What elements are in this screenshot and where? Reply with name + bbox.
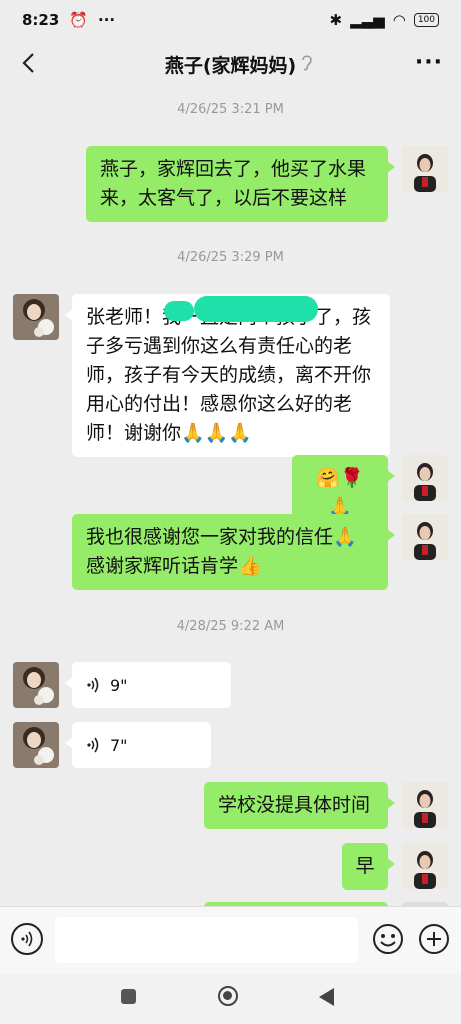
voice-duration: 9"	[110, 675, 128, 695]
avatar-photo-icon	[402, 455, 448, 501]
signal-icon: ▂▃▅	[350, 11, 385, 29]
emoji-icon[interactable]	[372, 923, 404, 955]
voice-wave-icon	[87, 737, 99, 753]
plus-icon[interactable]	[418, 923, 450, 955]
more-notifications-icon: ···	[98, 11, 116, 29]
contact-avatar[interactable]	[13, 662, 59, 708]
avatar-photo-icon	[402, 146, 448, 192]
voice-input-icon	[21, 931, 33, 947]
redaction-scribble	[164, 301, 194, 321]
avatar-photo-icon	[13, 662, 59, 708]
my-avatar[interactable]	[402, 843, 448, 889]
voice-message-bubble[interactable]: 9"	[65, 662, 231, 708]
voice-wave-icon	[87, 677, 99, 693]
message-input[interactable]	[55, 917, 358, 963]
contact-avatar[interactable]	[13, 722, 59, 768]
status-bar: 8:23 ⏰ ··· ✱ ▂▃▅ ◠ 100	[0, 0, 461, 40]
earpiece-mode-icon	[302, 55, 312, 71]
sent-message-bubble[interactable]: 早	[342, 843, 395, 890]
sent-message-bubble[interactable]: 我也很感谢您一家对我的信任🙏感谢家辉听话肯学👍	[72, 514, 395, 590]
voice-message-bubble[interactable]: 7"	[65, 722, 211, 768]
sent-message-bubble[interactable]: 燕子，家辉回去了，他买了水果来，太客气了，以后不要这样	[86, 146, 395, 222]
contact-avatar[interactable]	[13, 294, 59, 340]
timestamp: 4/26/25 3:21 PM	[177, 102, 284, 117]
avatar-photo-icon	[402, 843, 448, 889]
voice-input-button[interactable]	[11, 923, 43, 955]
alarm-icon: ⏰	[69, 11, 88, 29]
wifi-icon: ◠	[392, 11, 406, 29]
my-avatar[interactable]	[402, 455, 448, 501]
timestamp: 4/26/25 3:29 PM	[177, 250, 284, 265]
avatar-photo-icon	[402, 782, 448, 828]
more-options-button[interactable]: ···	[415, 50, 443, 75]
avatar-photo-icon	[402, 514, 448, 560]
input-bar	[0, 906, 461, 975]
system-back-button[interactable]	[319, 988, 334, 1006]
my-avatar[interactable]	[402, 782, 448, 828]
system-nav-bar	[0, 974, 461, 1024]
my-avatar[interactable]	[402, 514, 448, 560]
chat-header: 燕子(家辉妈妈) ···	[0, 40, 461, 86]
bluetooth-icon: ✱	[329, 11, 343, 29]
timestamp: 4/28/25 9:22 AM	[176, 619, 285, 634]
chat-title: 燕子(家辉妈妈)	[164, 55, 297, 77]
avatar-photo-icon	[13, 722, 59, 768]
my-avatar[interactable]	[402, 146, 448, 192]
battery-icon: 100	[413, 13, 439, 27]
redaction-scribble	[194, 296, 318, 322]
recent-apps-button[interactable]	[121, 989, 136, 1004]
voice-duration: 7"	[110, 735, 128, 755]
home-button[interactable]	[218, 986, 238, 1006]
status-time: 8:23	[22, 11, 60, 29]
sent-message-bubble[interactable]: 学校没提具体时间	[204, 782, 395, 829]
avatar-photo-icon	[13, 294, 59, 340]
